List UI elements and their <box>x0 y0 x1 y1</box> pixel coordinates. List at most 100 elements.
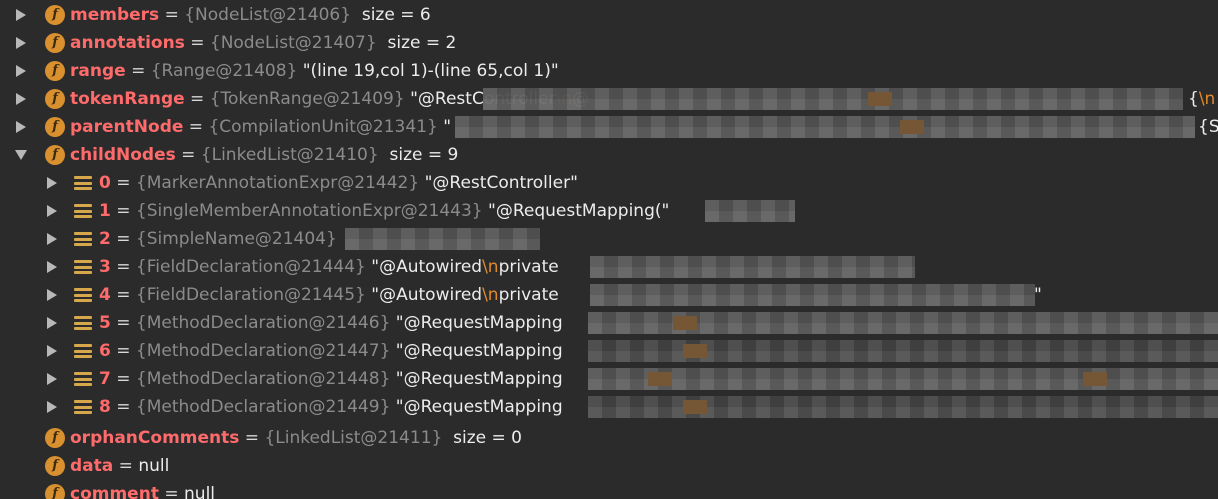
element-value: "@RequestMapping <box>395 397 563 417</box>
expand-arrow-icon[interactable] <box>45 309 59 337</box>
expand-arrow-icon[interactable] <box>45 169 59 197</box>
element-value: "@RequestMapping <box>395 341 563 361</box>
field-name: comment <box>70 484 159 499</box>
redacted-value <box>455 116 1195 138</box>
redacted-value <box>345 228 540 250</box>
list-item-6[interactable]: 6 = {MethodDeclaration@21447} "@RequestM… <box>0 337 1218 365</box>
list-element-icon <box>74 316 92 330</box>
field-icon: f <box>45 33 65 53</box>
expand-arrow-icon[interactable] <box>45 281 59 309</box>
element-index: 5 <box>99 313 111 333</box>
field-value: " <box>443 117 452 137</box>
list-item-0[interactable]: 0 = {MarkerAnnotationExpr@21442} "@RestC… <box>0 169 1218 197</box>
list-element-icon <box>74 400 92 414</box>
tree-node-parentNode[interactable]: f parentNode = {CompilationUnit@21341} "… <box>0 113 1218 141</box>
field-icon: f <box>45 89 65 109</box>
variables-tree: f members = {NodeList@21406} size = 6 f … <box>0 0 1218 499</box>
redacted-value <box>590 256 915 278</box>
type-reference: {NodeList@21407} <box>209 33 377 53</box>
element-index: 8 <box>99 397 111 417</box>
field-icon: f <box>45 145 65 165</box>
list-element-icon <box>74 344 92 358</box>
field-name: childNodes <box>70 145 176 165</box>
list-element-icon <box>74 372 92 386</box>
list-element-icon <box>74 260 92 274</box>
field-icon: f <box>45 484 65 499</box>
type-reference: {CompilationUnit@21341} <box>208 117 438 137</box>
field-value: size = 9 <box>389 145 459 165</box>
type-reference: {LinkedList@21411} <box>264 428 443 448</box>
field-name: orphanComments <box>70 428 240 448</box>
element-index: 1 <box>99 201 111 221</box>
redacted-value <box>588 368 1218 390</box>
type-reference: {SimpleName@21404} <box>135 229 337 249</box>
tree-node-data[interactable]: f data = null <box>0 452 1218 480</box>
tree-node-tokenRange[interactable]: f tokenRange = {TokenRange@21409} "@Rest… <box>0 85 1218 113</box>
list-item-2[interactable]: 2 = {SimpleName@21404} <box>0 225 1218 253</box>
list-element-icon <box>74 204 92 218</box>
field-icon: f <box>45 428 65 448</box>
field-icon: f <box>45 117 65 137</box>
field-value: size = 2 <box>387 33 457 53</box>
list-item-5[interactable]: 5 = {MethodDeclaration@21446} "@RequestM… <box>0 309 1218 337</box>
expand-arrow-icon[interactable] <box>45 365 59 393</box>
element-value: "@Autowired <box>371 257 483 277</box>
list-item-1[interactable]: 1 = {SingleMemberAnnotationExpr@21443} "… <box>0 197 1218 225</box>
list-item-7[interactable]: 7 = {MethodDeclaration@21448} "@RequestM… <box>0 365 1218 393</box>
type-reference: {SingleMemberAnnotationExpr@21443} <box>135 201 483 221</box>
expand-arrow-icon[interactable] <box>45 197 59 225</box>
expand-arrow-icon[interactable] <box>14 113 28 141</box>
tree-node-range[interactable]: f range = {Range@21408} "(line 19,col 1)… <box>0 57 1218 85</box>
redacted-value <box>483 88 1183 110</box>
element-index: 0 <box>99 173 111 193</box>
type-reference: {LinkedList@21410} <box>200 145 379 165</box>
tree-node-comment[interactable]: f comment = null <box>0 480 1218 499</box>
field-value: "(line 19,col 1)-(line 65,col 1)" <box>302 61 559 81</box>
tree-node-annotations[interactable]: f annotations = {NodeList@21407} size = … <box>0 29 1218 57</box>
field-icon: f <box>45 61 65 81</box>
field-value: null <box>184 484 216 499</box>
tree-node-members[interactable]: f members = {NodeList@21406} size = 6 <box>0 1 1218 29</box>
list-item-3[interactable]: 3 = {FieldDeclaration@21444} "@Autowired… <box>0 253 1218 281</box>
escape-sequence: \n <box>482 285 499 305</box>
field-name: tokenRange <box>70 89 185 109</box>
element-value: "@Autowired <box>371 285 483 305</box>
expand-arrow-icon[interactable] <box>45 225 59 253</box>
list-item-4[interactable]: 4 = {FieldDeclaration@21445} "@Autowired… <box>0 281 1218 309</box>
expand-arrow-icon[interactable] <box>14 29 28 57</box>
expand-arrow-icon[interactable] <box>45 393 59 421</box>
element-index: 7 <box>99 369 111 389</box>
redacted-value <box>588 312 1218 334</box>
type-reference: {MethodDeclaration@21448} <box>135 369 391 389</box>
element-index: 2 <box>99 229 111 249</box>
element-value: "@RestController" <box>424 173 578 193</box>
type-reference: {MethodDeclaration@21446} <box>135 313 391 333</box>
expand-arrow-icon[interactable] <box>45 337 59 365</box>
field-name: annotations <box>70 33 185 53</box>
redacted-value <box>588 340 1218 362</box>
list-element-icon <box>74 232 92 246</box>
type-reference: {MethodDeclaration@21447} <box>135 341 391 361</box>
element-value: "@RequestMapping <box>395 369 563 389</box>
field-name: parentNode <box>70 117 184 137</box>
field-icon: f <box>45 456 65 476</box>
field-name: data <box>70 456 114 476</box>
element-index: 3 <box>99 257 111 277</box>
expand-arrow-icon[interactable] <box>14 85 28 113</box>
tree-node-childNodes[interactable]: f childNodes = {LinkedList@21410} size =… <box>0 141 1218 169</box>
type-reference: {Range@21408} <box>150 61 298 81</box>
expand-arrow-icon[interactable] <box>14 1 28 29</box>
element-value: "@RequestMapping(" <box>488 201 670 221</box>
list-item-8[interactable]: 8 = {MethodDeclaration@21449} "@RequestM… <box>0 393 1218 421</box>
list-element-icon <box>74 288 92 302</box>
expand-arrow-icon[interactable] <box>14 57 28 85</box>
field-value: size = 0 <box>453 428 522 448</box>
collapse-arrow-icon[interactable] <box>14 141 28 169</box>
field-value: null <box>138 456 170 476</box>
field-value: size = 6 <box>361 5 431 25</box>
type-reference: {FieldDeclaration@21445} <box>135 285 366 305</box>
element-value: "@RequestMapping <box>395 313 563 333</box>
tree-node-orphanComments[interactable]: f orphanComments = {LinkedList@21411} si… <box>0 424 1218 452</box>
expand-arrow-icon[interactable] <box>45 253 59 281</box>
field-name: range <box>70 61 126 81</box>
